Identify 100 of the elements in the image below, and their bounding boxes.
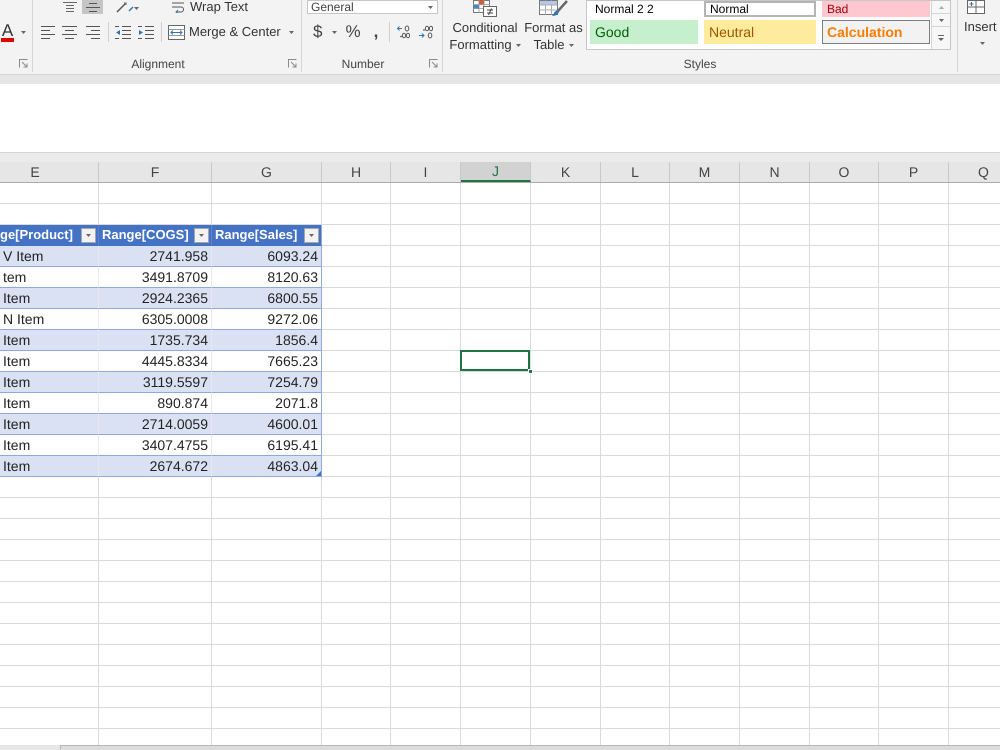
font-color-button[interactable]: A [0, 22, 15, 42]
cell-style-item[interactable]: Bad [822, 1, 930, 17]
group-label: Alignment [130, 56, 186, 70]
column-header[interactable]: P [879, 162, 949, 182]
table-cell[interactable]: Item [0, 330, 99, 351]
table-cell[interactable]: Item [0, 414, 99, 435]
caret-icon [21, 30, 26, 34]
table-cell[interactable]: 6195.41 [212, 435, 322, 456]
format-as-table-button[interactable]: Format as Table [524, 0, 583, 53]
caret-icon [428, 6, 433, 8]
column-header[interactable]: M [670, 162, 740, 182]
table-cell[interactable]: 1735.734 [99, 330, 212, 351]
table-cell[interactable]: 4600.01 [212, 414, 322, 435]
caret-icon [332, 30, 338, 34]
merge-center-button[interactable]: Merge & Center [168, 22, 281, 42]
table-cell[interactable]: 2071.8 [212, 393, 322, 414]
table-header-cell[interactable]: Range[COGS] [99, 225, 212, 246]
filter-button[interactable] [304, 228, 319, 242]
caret-icon [568, 44, 574, 46]
align-center-icon[interactable] [62, 26, 77, 38]
horizontal-scrollbar[interactable] [60, 745, 1000, 750]
caret-icon [938, 18, 944, 22]
percent-button[interactable]: % [345, 22, 361, 42]
column-header[interactable]: E [0, 162, 99, 182]
column-heading: Range[Sales] [215, 227, 298, 243]
dialog-launcher-icon[interactable] [19, 59, 28, 68]
table-cell[interactable]: 6800.55 [212, 288, 322, 309]
table-cell[interactable]: 6093.24 [212, 246, 322, 267]
table-cell[interactable]: 7665.23 [212, 351, 322, 372]
increase-decimal-icon[interactable] [396, 25, 410, 39]
cell-style-item[interactable]: Normal [704, 1, 816, 17]
table-cell[interactable]: 1856.4 [212, 330, 322, 351]
table-cell[interactable]: 3407.4755 [99, 435, 212, 456]
table-header-cell[interactable]: Range[Sales] [212, 225, 322, 246]
column-header[interactable]: G [212, 162, 322, 182]
decrease-decimal-icon[interactable] [418, 25, 434, 39]
table-cell[interactable]: 3119.5597 [99, 372, 212, 393]
table-cell[interactable]: tem [0, 267, 99, 288]
align-middle-icon [86, 2, 100, 12]
table-cell[interactable]: N Item [0, 309, 99, 330]
table-cell[interactable]: 2741.958 [99, 246, 212, 267]
table-cell[interactable]: Item [0, 456, 99, 477]
table-cell[interactable]: 2924.2365 [99, 288, 212, 309]
table-cell[interactable]: Item [0, 435, 99, 456]
table-cell[interactable]: 2674.672 [99, 456, 212, 477]
table-cell[interactable]: 2714.0059 [99, 414, 212, 435]
insert-button[interactable]: Insert [964, 0, 1000, 45]
caret-icon [516, 44, 521, 46]
table-cell[interactable]: Item [0, 393, 99, 414]
column-header[interactable]: K [531, 162, 601, 182]
column-header[interactable]: O [810, 162, 879, 182]
number-format-dropdown[interactable]: General [307, 0, 438, 14]
dialog-launcher-icon[interactable] [288, 59, 297, 68]
table-cell[interactable]: 890.874 [99, 393, 212, 414]
caret-icon [288, 30, 294, 34]
align-top-icon[interactable] [63, 2, 77, 12]
fill-handle[interactable] [528, 369, 533, 374]
table-cell[interactable]: Item [0, 351, 99, 372]
expand-gallery-icon [938, 35, 944, 41]
group-label: Number [340, 56, 386, 70]
table-cell[interactable]: 7254.79 [212, 372, 322, 393]
comma-button[interactable]: , [374, 22, 378, 42]
align-left-icon[interactable] [41, 26, 55, 38]
column-header[interactable]: H [322, 162, 391, 182]
column-header[interactable]: F [99, 162, 212, 182]
dialog-launcher-icon[interactable] [429, 59, 438, 68]
decrease-indent-icon[interactable] [115, 26, 131, 38]
wrap-text-icon [172, 2, 185, 12]
column-header[interactable]: J [461, 162, 531, 182]
caret-icon [86, 234, 91, 236]
table-header-cell[interactable]: ge[Product] [0, 225, 99, 246]
currency-button[interactable]: $ [313, 22, 322, 42]
increase-indent-icon[interactable] [138, 26, 154, 38]
caret-icon [309, 234, 314, 236]
wrap-text-button[interactable]: Wrap Text [172, 0, 248, 14]
filter-button[interactable] [81, 228, 96, 242]
orientation-icon[interactable] [116, 2, 140, 12]
table-cell[interactable]: 3491.8709 [99, 267, 212, 288]
table-cell[interactable]: 4445.8334 [99, 351, 212, 372]
table-cell[interactable]: V Item [0, 246, 99, 267]
conditional-formatting-button[interactable]: Conditional Formatting [448, 0, 522, 53]
column-header[interactable]: N [740, 162, 810, 182]
table-cell[interactable]: 8120.63 [212, 267, 322, 288]
table-cell[interactable]: 4863.04 [212, 456, 322, 477]
group-label: Styles [682, 56, 718, 70]
table-cell[interactable]: Item [0, 288, 99, 309]
column-header[interactable]: Q [949, 162, 1000, 182]
table-resize-handle[interactable] [316, 471, 321, 476]
filter-button[interactable] [194, 228, 209, 242]
column-header[interactable]: L [601, 162, 670, 182]
caret-icon [199, 234, 204, 236]
table-cell[interactable]: 9272.06 [212, 309, 322, 330]
table-cell[interactable]: 6305.0008 [99, 309, 212, 330]
align-middle-button[interactable] [82, 0, 103, 14]
caret-icon [980, 42, 985, 45]
align-right-icon[interactable] [86, 26, 100, 38]
cell-style-item[interactable]: Neutral [704, 20, 816, 44]
cell-style-item[interactable]: Good [590, 20, 698, 44]
table-cell[interactable]: Item [0, 372, 99, 393]
caret-up-icon [938, 6, 944, 8]
